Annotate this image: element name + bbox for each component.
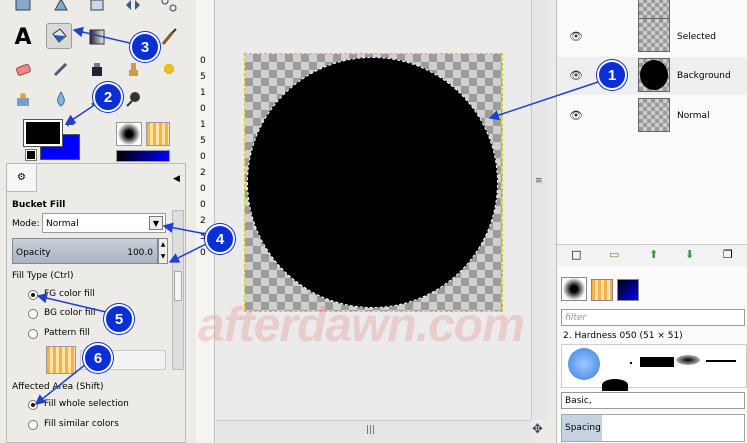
callout-badge: 3 bbox=[130, 32, 160, 62]
callout-badge: 2 bbox=[93, 82, 123, 112]
callout-badge: 5 bbox=[104, 304, 134, 334]
callout-badge: 4 bbox=[205, 224, 235, 254]
annotation-arrows bbox=[34, 26, 599, 405]
callout-badge: 6 bbox=[83, 343, 113, 373]
callout-badge: 1 bbox=[597, 60, 627, 90]
